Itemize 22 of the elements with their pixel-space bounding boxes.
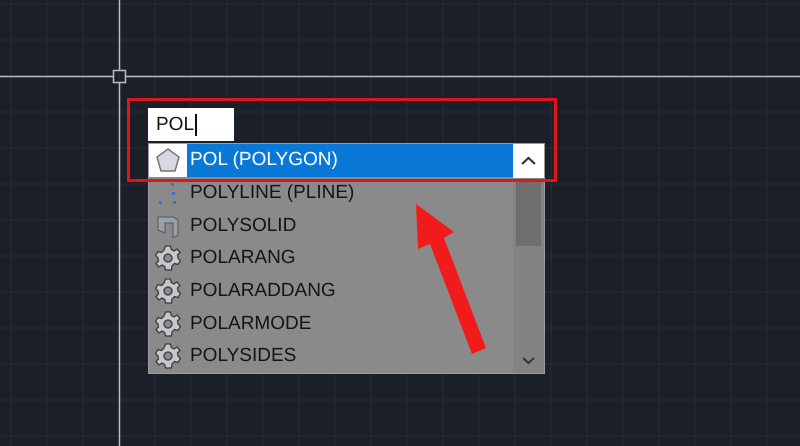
suggestion-label: POLYSOLID (189, 214, 298, 238)
suggestion-label: POLARMODE (189, 312, 312, 336)
scrollbar[interactable] (513, 144, 544, 373)
suggestion-label: POLARANG (189, 246, 297, 270)
gear-icon (155, 343, 181, 370)
scrollbar-thumb[interactable] (516, 180, 541, 246)
gear-icon (155, 278, 181, 304)
gear-icon (155, 310, 181, 337)
command-text: POL (156, 114, 194, 136)
suggestion-item[interactable]: POLYSIDES (149, 340, 513, 373)
suggestion-item[interactable]: POLYSOLID (149, 209, 513, 242)
text-cursor (195, 114, 197, 136)
pentagon-icon (155, 147, 181, 174)
suggestion-label: POLARADDANG (189, 279, 337, 304)
suggestion-item[interactable]: POLARANG (149, 242, 513, 275)
scroll-up-icon[interactable] (513, 144, 544, 178)
suggestion-item[interactable]: POLARMODE (149, 307, 513, 340)
command-input-field[interactable]: POL (148, 108, 234, 141)
suggestion-item[interactable]: POLARADDANG (149, 274, 513, 308)
suggestion-label: POLYSIDES (189, 344, 298, 368)
gear-icon (155, 245, 181, 272)
suggestion-label: POLYLINE (PLINE) (189, 181, 356, 206)
